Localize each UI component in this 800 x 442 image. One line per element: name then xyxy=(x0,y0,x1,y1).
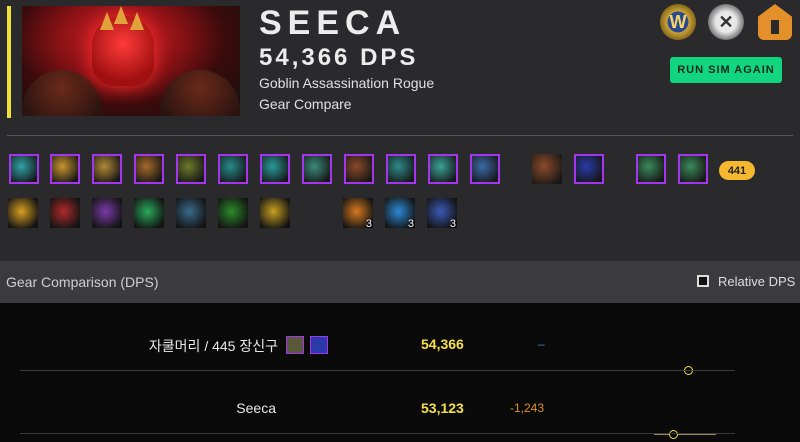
sim-type: Gear Compare xyxy=(259,96,352,112)
comparison-row-label: Seeca xyxy=(236,400,276,416)
boxplot-median xyxy=(669,430,678,439)
neck-icon[interactable] xyxy=(50,154,80,184)
comparison-row-label: 자쿨머리 / 445 장신구 xyxy=(148,338,278,354)
character-spec: Goblin Assassination Rogue xyxy=(259,75,435,91)
back-icon[interactable] xyxy=(134,154,164,184)
stack-count: 3 xyxy=(407,218,414,228)
warcraftlogs-icon[interactable] xyxy=(758,4,792,40)
stack-count: 3 xyxy=(365,218,372,228)
head-icon[interactable] xyxy=(9,154,39,184)
raiderio-icon[interactable]: ✕ xyxy=(708,4,744,40)
chest-icon[interactable] xyxy=(176,154,206,184)
comparison-title: Gear Comparison (DPS) xyxy=(6,274,159,290)
helm-spike xyxy=(114,6,128,24)
legs-icon[interactable] xyxy=(344,154,374,184)
talent-icon[interactable] xyxy=(50,198,80,228)
item-icon xyxy=(310,336,328,354)
ring-icon[interactable] xyxy=(428,154,458,184)
gem-icon[interactable]: 3 xyxy=(343,198,373,228)
wow-armory-icon[interactable]: W xyxy=(660,4,696,40)
gem-icon[interactable]: 3 xyxy=(427,198,457,228)
trinket-icon[interactable] xyxy=(532,154,562,184)
waist-icon[interactable] xyxy=(302,154,332,184)
helm-spike xyxy=(130,12,144,30)
row-divider xyxy=(20,370,735,371)
talent-icon[interactable] xyxy=(176,198,206,228)
comparison-row-dps: 53,123 xyxy=(421,400,464,416)
feet-icon[interactable] xyxy=(386,154,416,184)
trinket-icon[interactable] xyxy=(574,154,604,184)
accent-bar xyxy=(7,6,11,118)
comparison-row-diff: – xyxy=(538,337,545,351)
run-sim-again-button[interactable]: RUN SIM AGAIN xyxy=(670,57,782,83)
gem-icon[interactable]: 3 xyxy=(385,198,415,228)
relative-dps-checkbox[interactable] xyxy=(697,275,709,287)
divider xyxy=(7,135,793,136)
main-hand-icon[interactable] xyxy=(636,154,666,184)
relative-dps-label: Relative DPS xyxy=(718,274,796,289)
character-portrait xyxy=(22,6,240,116)
comparison-header: Gear Comparison (DPS) xyxy=(0,261,800,303)
talent-icon[interactable] xyxy=(92,198,122,228)
comparison-row-dps: 54,366 xyxy=(421,336,464,352)
shoulder-armor xyxy=(22,70,102,116)
helm-spike xyxy=(100,12,114,30)
stack-count: 3 xyxy=(449,218,456,228)
dps-value: 54,366 DPS xyxy=(259,44,419,71)
comparison-results: 자쿨머리 / 445 장신구 54,366 – Seeca 53,123 -1,… xyxy=(0,303,800,442)
character-name: SEECA xyxy=(259,4,407,42)
shoulder-armor xyxy=(160,70,240,116)
item-icon xyxy=(286,336,304,354)
comparison-row-diff: -1,243 xyxy=(510,401,545,415)
row-divider xyxy=(20,433,735,434)
shoulder-icon[interactable] xyxy=(92,154,122,184)
talent-icon[interactable] xyxy=(134,198,164,228)
ring-icon[interactable] xyxy=(470,154,500,184)
wrist-icon[interactable] xyxy=(218,154,248,184)
off-hand-icon[interactable] xyxy=(678,154,708,184)
talent-icon[interactable] xyxy=(218,198,248,228)
item-level-badge: 441 xyxy=(719,161,755,180)
talent-icon[interactable] xyxy=(260,198,290,228)
talent-icon[interactable] xyxy=(8,198,38,228)
hands-icon[interactable] xyxy=(260,154,290,184)
boxplot-whisker xyxy=(654,434,716,435)
